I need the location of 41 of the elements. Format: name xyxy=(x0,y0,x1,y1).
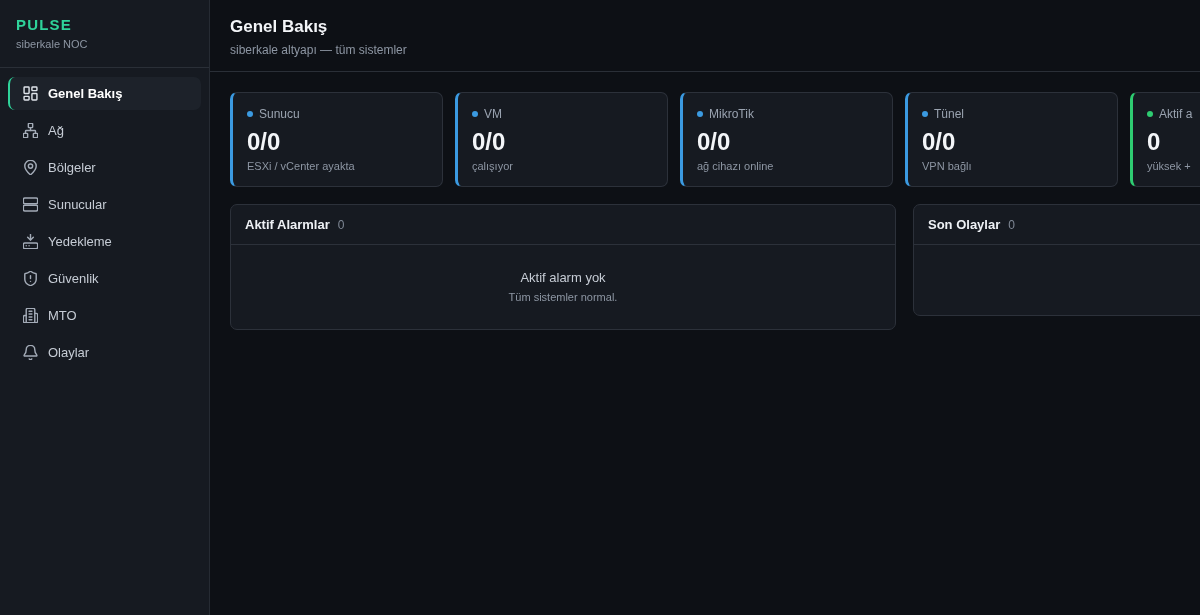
stat-label: MikroTik xyxy=(709,107,754,121)
stat-value: 0/0 xyxy=(697,127,732,157)
empty-state-text: Tüm sistemler normal. xyxy=(508,290,618,304)
panel-title: Son Olaylar xyxy=(928,217,1001,232)
stat-label: Tünel xyxy=(934,107,965,121)
sidebar-item[interactable]: Bölgeler xyxy=(8,151,201,184)
brand-logo-text: PULSE xyxy=(16,16,73,34)
panel-count: 0 xyxy=(1008,217,1015,232)
page-title: Genel Bakış xyxy=(230,16,329,38)
stat-value: 0/0 xyxy=(922,127,957,157)
stat-caption: ağ cihazı online xyxy=(697,159,775,173)
stat-value: 0/0 xyxy=(472,127,507,157)
sidebar-item[interactable]: Genel Bakış xyxy=(8,77,201,110)
sidebar-item[interactable]: Olaylar xyxy=(8,336,201,369)
bell-icon xyxy=(23,345,38,360)
stat-caption: yüksek + xyxy=(1147,159,1192,173)
download-icon xyxy=(23,234,38,249)
stat-value: 0/0 xyxy=(247,127,282,157)
shield-icon xyxy=(23,271,38,286)
stat-caption: VPN bağlı xyxy=(922,159,973,173)
stat-label: VM xyxy=(484,107,502,121)
panel-count: 0 xyxy=(337,217,345,232)
brand-subtitle: siberkale NOC xyxy=(16,37,89,51)
server-icon xyxy=(23,197,38,212)
stat-caption: ESXi / vCenter ayakta xyxy=(247,159,356,173)
panel-title: Aktif Alarmlar xyxy=(245,217,330,232)
stat-caption: çalışıyor xyxy=(472,159,514,173)
sidebar-item[interactable]: MTO xyxy=(8,299,201,332)
building-icon xyxy=(23,308,38,323)
sidebar-item[interactable]: Yedekleme xyxy=(8,225,201,258)
map-pin-icon xyxy=(23,160,38,175)
stat-value: 0 xyxy=(1147,127,1162,157)
empty-state-title: Aktif alarm yok xyxy=(520,269,606,287)
sidebar-item[interactable]: Güvenlik xyxy=(8,262,201,295)
network-icon xyxy=(23,123,38,138)
dashboard-icon xyxy=(23,86,38,101)
stat-label: Sunucu xyxy=(259,107,300,121)
sidebar-item[interactable]: Ağ xyxy=(8,114,201,147)
sidebar-item[interactable]: Sunucular xyxy=(8,188,201,221)
page-subtitle: siberkale altyapı — tüm sistemler xyxy=(230,42,408,58)
stat-label: Aktif a xyxy=(1159,107,1193,121)
